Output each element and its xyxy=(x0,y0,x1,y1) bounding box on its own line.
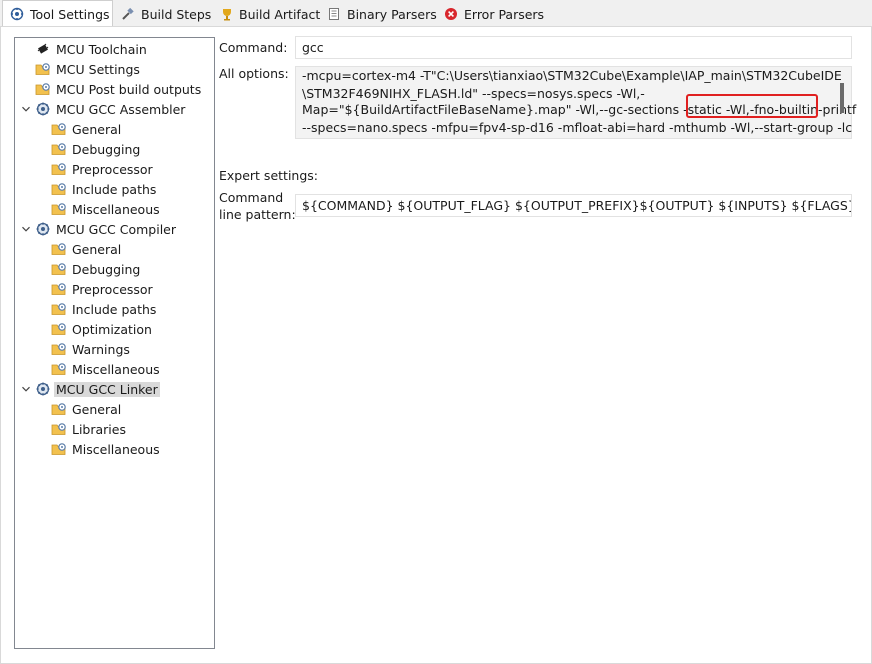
error-parsers-icon xyxy=(443,6,459,22)
tab-tool-settings[interactable]: Tool Settings xyxy=(2,0,113,27)
tree-item-mcu-post-build-outputs[interactable]: MCU Post build outputs xyxy=(35,79,201,99)
tree-item-label: Miscellaneous xyxy=(72,201,160,217)
tree-item-label: General xyxy=(72,241,122,257)
tab-build-artifact[interactable]: Build Artifact xyxy=(214,2,320,26)
tree-item-label: Miscellaneous xyxy=(72,361,160,377)
expert-settings-label: Expert settings: xyxy=(219,168,318,183)
command-line-pattern-label-2: line pattern: xyxy=(219,207,296,222)
all-options-label: All options: xyxy=(219,66,289,81)
tree-item-include-paths[interactable]: Include paths xyxy=(51,299,156,319)
settings-folder-icon xyxy=(51,301,67,317)
tree-item-debugging[interactable]: Debugging xyxy=(51,259,140,279)
tree-item-mcu-toolchain[interactable]: MCU Toolchain xyxy=(35,39,147,59)
tool-settings-icon xyxy=(9,6,25,22)
settings-folder-icon xyxy=(51,321,67,337)
settings-folder-icon xyxy=(51,421,67,437)
all-options-line: \STM32F469NIHX_FLASH.ld" --specs=nosys.s… xyxy=(302,86,645,101)
tree-item-label: Preprocessor xyxy=(72,161,153,177)
command-line-pattern-field[interactable]: ${COMMAND} ${OUTPUT_FLAG} ${OUTPUT_PREFI… xyxy=(295,194,852,217)
tree-item-label: Debugging xyxy=(72,141,141,157)
settings-folder-icon xyxy=(51,241,67,257)
tree-item-label: MCU GCC Linker xyxy=(54,381,160,397)
tab-label: Tool Settings xyxy=(30,6,110,22)
tree-item-label: Preprocessor xyxy=(72,281,153,297)
chevron-down-icon[interactable] xyxy=(21,384,31,394)
command-value: gcc xyxy=(302,40,324,55)
tree-item-libraries[interactable]: Libraries xyxy=(51,419,126,439)
command-line-pattern-label: Command xyxy=(219,190,284,205)
tab-label: Binary Parsers xyxy=(347,6,437,22)
gear-icon xyxy=(35,221,51,237)
command-label: Command: xyxy=(219,40,288,55)
tree-item-label: MCU Settings xyxy=(56,61,140,77)
tree-item-mcu-gcc-compiler[interactable]: MCU GCC Compiler xyxy=(22,219,177,239)
settings-folder-icon xyxy=(51,161,67,177)
tool-tree[interactable]: MCU Toolchain MCU Settings MCU Post build … xyxy=(14,37,215,649)
settings-folder-icon xyxy=(51,141,67,157)
tab-error-parsers[interactable]: Error Parsers xyxy=(437,2,547,26)
tree-item-preprocessor[interactable]: Preprocessor xyxy=(51,159,153,179)
settings-folder-icon xyxy=(35,61,51,77)
build-steps-icon xyxy=(120,6,136,22)
all-options-line: --specs=nano.specs -mfpu=fpv4-sp-d16 -mf… xyxy=(302,120,853,135)
settings-folder-icon xyxy=(51,121,67,137)
tab-label: Error Parsers xyxy=(464,6,545,22)
tab-binary-parsers[interactable]: Binary Parsers xyxy=(320,2,437,26)
settings-folder-icon xyxy=(51,281,67,297)
all-options-line: -mcpu=cortex-m4 -T"C:\Users\tianxiao\STM… xyxy=(302,68,842,83)
settings-folder-icon xyxy=(51,441,67,457)
binary-parsers-icon xyxy=(326,6,342,22)
tree-item-label: MCU Toolchain xyxy=(56,41,147,57)
tree-item-optimization[interactable]: Optimization xyxy=(51,319,152,339)
tree-item-mcu-gcc-linker[interactable]: MCU GCC Linker xyxy=(22,379,160,399)
tree-item-label: Debugging xyxy=(72,261,141,277)
tree-item-general[interactable]: General xyxy=(51,399,121,419)
tree-item-mcu-settings[interactable]: MCU Settings xyxy=(35,59,140,79)
tree-item-label: Miscellaneous xyxy=(72,441,160,457)
chip-icon xyxy=(35,41,51,57)
tab-label: Build Artifact xyxy=(239,6,321,22)
tree-item-miscellaneous[interactable]: Miscellaneous xyxy=(51,439,160,459)
gear-icon xyxy=(35,381,51,397)
all-options-scrollbar[interactable] xyxy=(840,83,844,113)
tab-label: Build Steps xyxy=(141,6,212,22)
command-line-pattern-value: ${COMMAND} ${OUTPUT_FLAG} ${OUTPUT_PREFI… xyxy=(302,198,852,213)
tree-item-label: MCU GCC Assembler xyxy=(56,101,186,117)
tree-item-general[interactable]: General xyxy=(51,239,121,259)
tree-item-general[interactable]: General xyxy=(51,119,121,139)
tab-build-steps[interactable]: Build Steps xyxy=(114,2,214,26)
settings-folder-icon xyxy=(51,341,67,357)
tree-item-miscellaneous[interactable]: Miscellaneous xyxy=(51,199,160,219)
tree-item-mcu-gcc-assembler[interactable]: MCU GCC Assembler xyxy=(22,99,186,119)
tree-item-include-paths[interactable]: Include paths xyxy=(51,179,156,199)
command-field[interactable]: gcc xyxy=(295,36,852,59)
settings-folder-icon xyxy=(51,361,67,377)
chevron-down-icon[interactable] xyxy=(21,104,31,114)
tree-item-preprocessor[interactable]: Preprocessor xyxy=(51,279,153,299)
settings-folder-icon xyxy=(51,401,67,417)
tree-item-warnings[interactable]: Warnings xyxy=(51,339,130,359)
settings-folder-icon xyxy=(51,181,67,197)
tab-strip: Tool Settings Build Steps Build Artifact… xyxy=(0,0,872,27)
build-artifact-icon xyxy=(220,6,234,22)
gear-icon xyxy=(35,101,51,117)
tree-item-label: Optimization xyxy=(72,321,152,337)
tree-item-label: Include paths xyxy=(72,301,157,317)
chevron-down-icon[interactable] xyxy=(21,224,31,234)
settings-folder-icon xyxy=(35,81,51,97)
tree-item-label: General xyxy=(72,121,122,137)
tree-item-label: Libraries xyxy=(72,421,126,437)
tree-item-miscellaneous[interactable]: Miscellaneous xyxy=(51,359,160,379)
tree-item-label: General xyxy=(72,401,122,417)
highlight-box xyxy=(686,94,818,118)
settings-folder-icon xyxy=(51,261,67,277)
settings-folder-icon xyxy=(51,201,67,217)
tree-item-label: MCU Post build outputs xyxy=(56,81,202,97)
tree-item-label: Warnings xyxy=(72,341,130,357)
tree-item-label: MCU GCC Compiler xyxy=(56,221,177,237)
tree-item-label: Include paths xyxy=(72,181,157,197)
tree-item-debugging[interactable]: Debugging xyxy=(51,139,140,159)
